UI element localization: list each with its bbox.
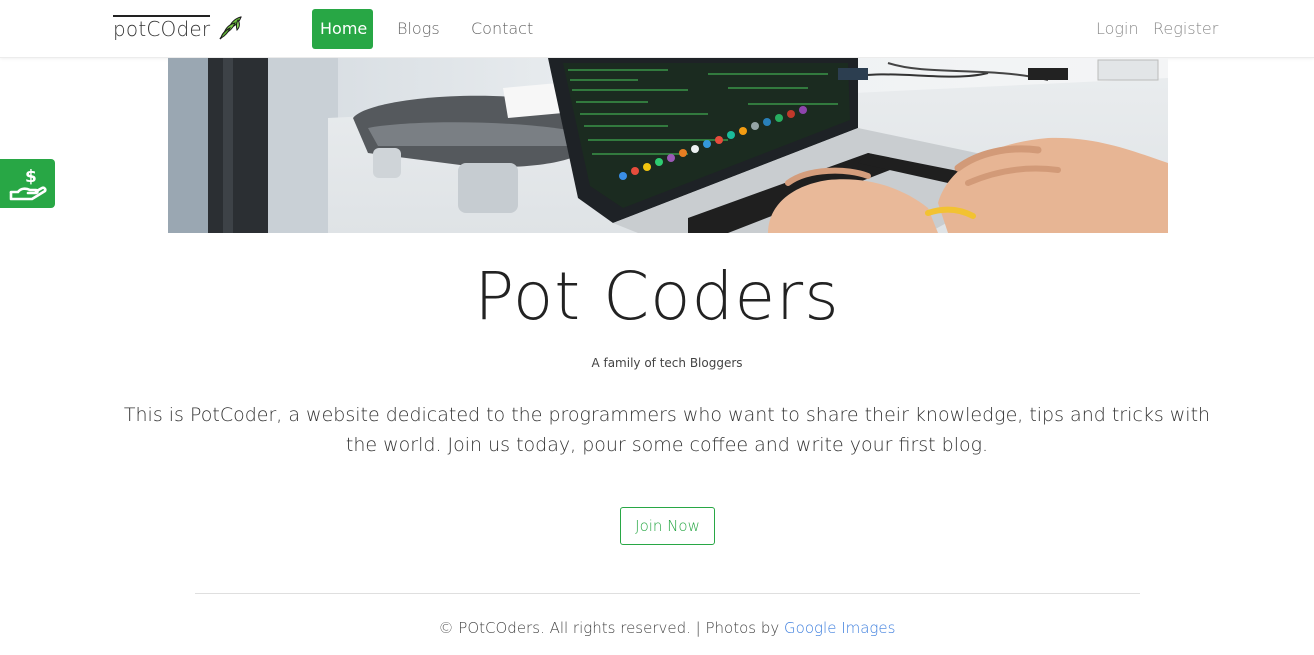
footer-copyright: © POtCOders. All rights reserved. | Phot… <box>438 619 785 637</box>
donate-button[interactable]: $ <box>0 159 55 208</box>
nav-login-link[interactable]: Login <box>1088 9 1147 49</box>
page-title: Pot Coders <box>474 258 840 335</box>
intro-paragraph: This is PotCoder, a website dedicated to… <box>123 404 1211 456</box>
nav-contact-link[interactable]: Contact <box>463 9 541 49</box>
brand-logo-link[interactable]: potCOder <box>113 12 244 44</box>
brand-name: potCOder <box>113 15 211 41</box>
leaf-icon <box>216 14 244 42</box>
join-now-button[interactable]: Join Now <box>620 507 715 545</box>
google-images-link[interactable]: Google Images <box>784 619 895 637</box>
hero-image <box>168 58 1168 233</box>
footer-text: © POtCOders. All rights reserved. | Phot… <box>0 619 1314 637</box>
page-subtitle: A family of tech Bloggers <box>591 356 743 370</box>
donate-hand-dollar-icon: $ <box>9 167 47 200</box>
nav-home-link[interactable]: Home <box>312 9 373 49</box>
footer-divider <box>195 593 1140 594</box>
svg-text:$: $ <box>25 167 37 187</box>
nav-register-link[interactable]: Register <box>1145 9 1226 49</box>
nav-blogs-link[interactable]: Blogs <box>389 9 448 49</box>
top-navbar: potCOder Home Blogs Contact Login Regist… <box>0 0 1314 58</box>
